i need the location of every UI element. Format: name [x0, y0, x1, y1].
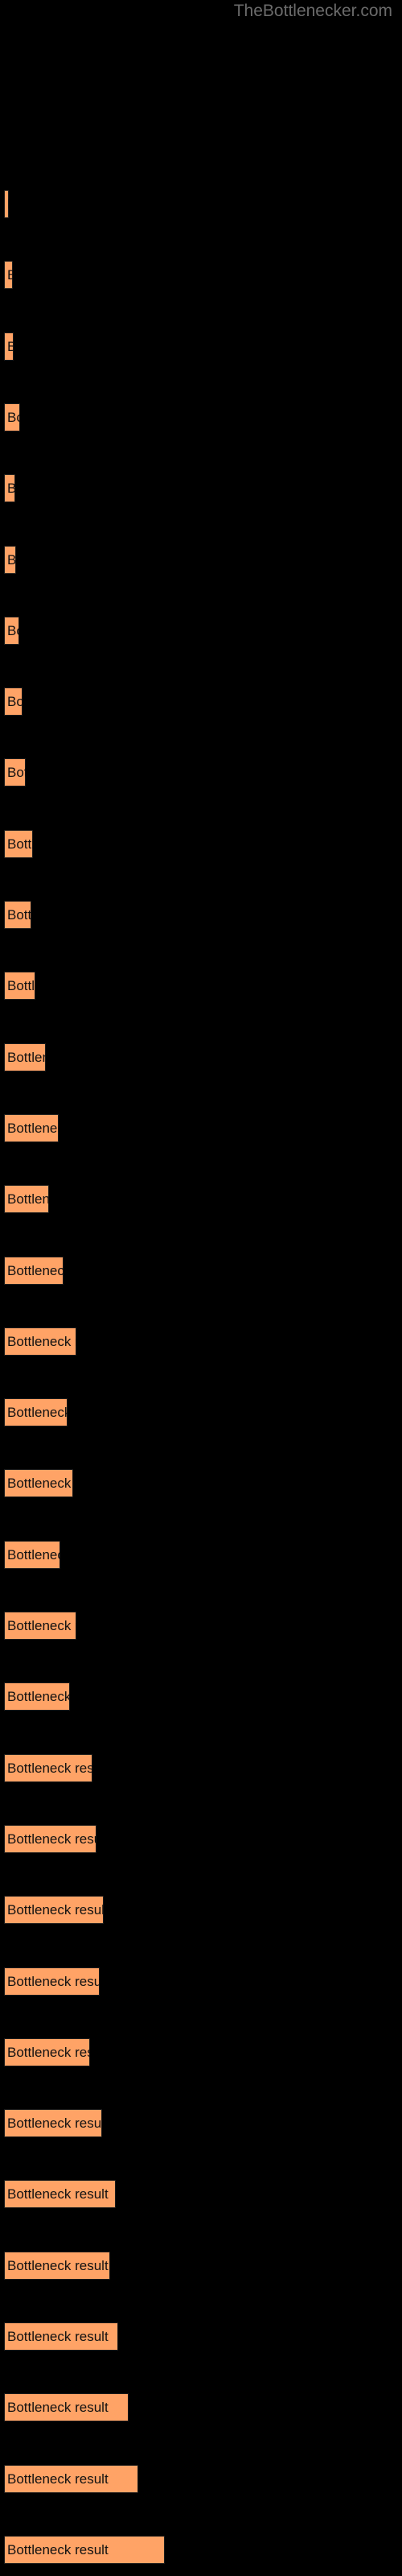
bar[interactable] [4, 972, 35, 1001]
bar[interactable] [4, 829, 33, 858]
bar[interactable] [4, 474, 15, 503]
bar[interactable] [4, 1469, 73, 1498]
bar[interactable] [4, 1682, 70, 1711]
bar[interactable] [4, 1824, 96, 1853]
bar[interactable] [4, 1540, 60, 1569]
bar[interactable] [4, 261, 13, 290]
bottleneck-bar-chart: TheBottlenecker.com Bottleneck resultBot… [0, 0, 402, 2576]
bar[interactable] [4, 2535, 165, 2564]
bar[interactable] [4, 758, 26, 787]
bar[interactable] [4, 545, 16, 574]
bar[interactable] [4, 2464, 138, 2493]
bar[interactable] [4, 332, 14, 361]
bar[interactable] [4, 2322, 118, 2351]
bar[interactable] [4, 402, 20, 431]
bar[interactable] [4, 2251, 110, 2280]
plot-area: Bottleneck resultBottleneck resultBottle… [0, 0, 402, 2576]
bar[interactable] [4, 190, 9, 218]
bar[interactable] [4, 1753, 92, 1782]
bar[interactable] [4, 1896, 104, 1925]
bar[interactable] [4, 901, 31, 929]
bar[interactable] [4, 2109, 102, 2138]
bar[interactable] [4, 1327, 76, 1356]
bar[interactable] [4, 1612, 76, 1640]
bar[interactable] [4, 1042, 46, 1071]
bar[interactable] [4, 2037, 90, 2066]
bar[interactable] [4, 1256, 64, 1285]
bar[interactable] [4, 1185, 49, 1214]
bar[interactable] [4, 1398, 68, 1427]
bar[interactable] [4, 687, 23, 716]
bar[interactable] [4, 1967, 100, 1996]
bar[interactable] [4, 2180, 116, 2209]
bar[interactable] [4, 616, 19, 645]
bar[interactable] [4, 1113, 59, 1142]
bar[interactable] [4, 2393, 129, 2422]
